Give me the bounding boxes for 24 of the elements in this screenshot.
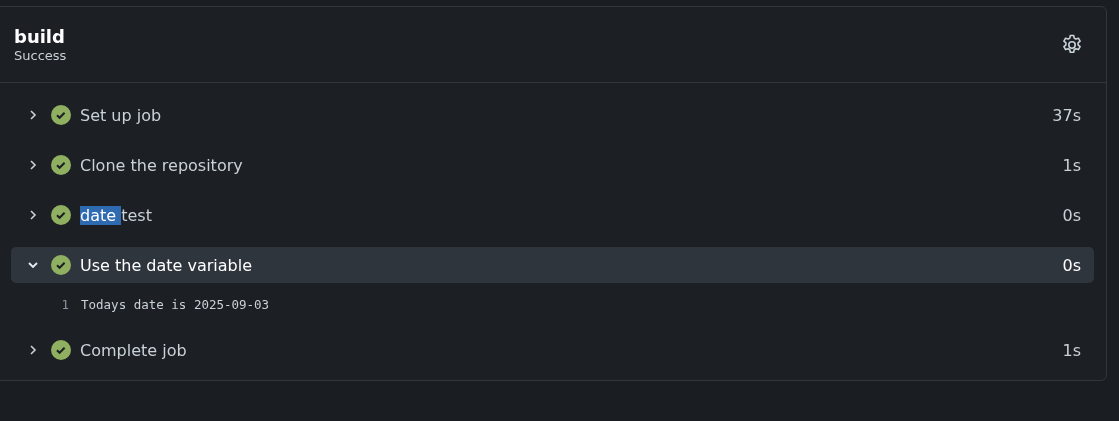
- log-line: Todays date is 2025-09-03: [81, 297, 270, 312]
- step-duration: 37s: [1052, 105, 1081, 125]
- step-row[interactable]: date test 0s: [11, 197, 1094, 233]
- chevron-icon[interactable]: [27, 109, 39, 121]
- step-duration: 0s: [1062, 255, 1081, 275]
- line-number: 1: [60, 297, 69, 312]
- step-row[interactable]: Clone the repository 1s: [11, 147, 1094, 183]
- step-name: Clone the repository: [80, 155, 244, 175]
- chevron-icon[interactable]: [27, 344, 39, 356]
- step-name: date test: [80, 205, 153, 225]
- job-title: build: [14, 26, 66, 47]
- step-name: Set up job: [80, 105, 163, 125]
- step-duration: 1s: [1062, 340, 1081, 360]
- step-duration: 1s: [1062, 155, 1081, 175]
- step-name: Use the date variable: [80, 255, 254, 275]
- step-row[interactable]: Use the date variable 0s: [11, 247, 1094, 283]
- chevron-icon[interactable]: [27, 209, 39, 221]
- chevron-icon[interactable]: [27, 159, 39, 171]
- step-row[interactable]: Set up job 37s: [11, 97, 1094, 133]
- step-row[interactable]: Complete job 1s: [11, 332, 1094, 368]
- job-status: Success: [14, 48, 67, 63]
- step-name: Complete job: [80, 340, 188, 360]
- step-duration: 0s: [1062, 205, 1081, 225]
- chevron-icon[interactable]: [27, 259, 39, 271]
